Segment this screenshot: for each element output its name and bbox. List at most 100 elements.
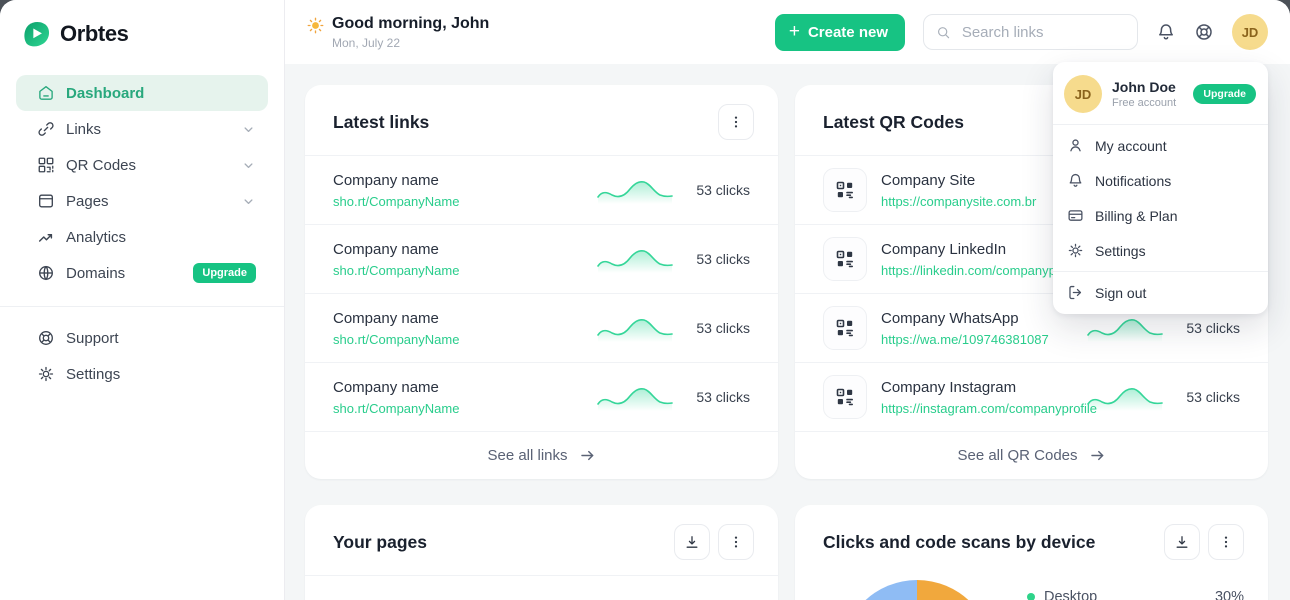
sidebar-item-label: Analytics [66,229,126,246]
link-row[interactable]: Company name sho.rt/CompanyName 53 click… [305,224,778,293]
account-plan: Free account [1112,97,1176,109]
page-greeting: Good morning, John [332,15,489,33]
gear-icon [1067,242,1084,259]
page-date: Mon, July 22 [332,36,489,50]
card-menu-button[interactable] [718,524,754,560]
sidebar-item-label: Domains [66,265,125,282]
short-link[interactable]: sho.rt/CompanyName [333,194,582,209]
short-link[interactable]: sho.rt/CompanyName [333,332,582,347]
sidebar-item-links[interactable]: Links [16,111,268,147]
page-row[interactable]: Link in bio 159 visits [305,575,778,600]
app-window: Orbtes Dashboard Links [0,0,1290,600]
brand-logo[interactable]: Orbtes [0,0,284,48]
sidebar-item-domains[interactable]: Domains Upgrade [16,255,268,291]
menu-item-settings[interactable]: Settings [1053,233,1268,268]
search-box[interactable] [923,14,1138,50]
sidebar-item-qr-codes[interactable]: QR Codes [16,147,268,183]
qr-icon [37,156,55,174]
download-button[interactable] [674,524,710,560]
bell-icon [1067,172,1084,189]
legend-label: Desktop [1044,589,1097,600]
sidebar-item-support[interactable]: Support [16,320,268,356]
sidebar-footer-nav: Support Settings [0,320,284,392]
sidebar-item-label: QR Codes [66,157,136,174]
arrow-right-icon [1089,447,1106,464]
menu-item-billing[interactable]: Billing & Plan [1053,198,1268,233]
help-button[interactable] [1194,22,1214,42]
short-link[interactable]: sho.rt/CompanyName [333,263,582,278]
account-name: John Doe [1112,79,1176,95]
account-summary: JD John Doe Free account Upgrade [1053,67,1268,121]
topbar: Good morning, John Mon, July 22 + Create… [285,0,1290,64]
short-link[interactable]: sho.rt/CompanyName [333,401,582,416]
card-title: Clicks and code scans by device [823,532,1095,553]
sparkline-chart [596,382,674,412]
qr-target-link[interactable]: https://instagram.com/companyprofile [881,401,1072,416]
card-menu-button[interactable] [1208,524,1244,560]
qr-name: Company LinkedIn [881,241,1072,258]
menu-item-sign-out[interactable]: Sign out [1053,275,1268,310]
menu-item-notifications[interactable]: Notifications [1053,163,1268,198]
domains-upgrade-badge[interactable]: Upgrade [193,263,256,283]
legend-value: 30% [1215,589,1244,600]
kebab-icon [1218,534,1234,550]
plus-icon: + [789,22,800,41]
menu-divider [1053,124,1268,125]
qr-thumbnail [823,375,867,419]
sidebar-item-label: Settings [66,366,120,383]
sparkline-chart [596,595,674,600]
lifebuoy-icon [1194,22,1214,42]
link-name: Company name [333,172,582,189]
notifications-bell-button[interactable] [1156,22,1176,42]
brand-logo-icon [22,19,51,48]
card-title: Your pages [333,532,427,553]
bell-icon [1156,22,1176,42]
device-donut-chart [841,580,993,600]
qr-name: Company Instagram [881,379,1072,396]
chevron-down-icon [241,122,256,137]
sidebar-item-pages[interactable]: Pages [16,183,268,219]
avatar: JD [1064,75,1102,113]
search-input[interactable] [960,23,1125,42]
clicks-count: 53 clicks [1178,389,1240,405]
link-row[interactable]: Company name sho.rt/CompanyName 53 click… [305,155,778,224]
sidebar-item-settings[interactable]: Settings [16,356,268,392]
sidebar: Orbtes Dashboard Links [0,0,285,600]
credit-card-icon [1067,207,1084,224]
menu-item-my-account[interactable]: My account [1053,128,1268,163]
sidebar-divider [0,306,284,307]
qr-target-link[interactable]: https://companysite.com.br [881,194,1072,209]
pages-icon [37,192,55,210]
menu-divider [1053,271,1268,272]
qr-row[interactable]: Company Instagram https://instagram.com/… [795,362,1268,431]
latest-links-card: Latest links Company name sho.rt/Company… [305,85,778,479]
sidebar-nav: Dashboard Links QR Codes [0,75,284,291]
sign-out-icon [1067,284,1084,301]
sparkline-chart [596,244,674,274]
card-title: Latest links [333,112,429,133]
sidebar-item-dashboard[interactable]: Dashboard [16,75,268,111]
your-pages-card: Your pages Link in bio [305,505,778,600]
download-button[interactable] [1164,524,1200,560]
see-all-qr-codes-link[interactable]: See all QR Codes [795,431,1268,479]
upgrade-button[interactable]: Upgrade [1193,84,1256,104]
sidebar-item-analytics[interactable]: Analytics [16,219,268,255]
brand-name: Orbtes [60,21,129,47]
sparkline-chart [1086,382,1164,412]
kebab-icon [728,534,744,550]
create-new-button[interactable]: + Create new [775,14,905,51]
qr-target-link[interactable]: https://linkedin.com/companypage [881,263,1072,278]
link-row[interactable]: Company name sho.rt/CompanyName 53 click… [305,293,778,362]
qr-icon [835,318,855,338]
link-name: Company name [333,379,582,396]
device-chart-card: Clicks and code scans by device Desktop [795,505,1268,600]
user-avatar[interactable]: JD [1232,14,1268,50]
link-row[interactable]: Company name sho.rt/CompanyName 53 click… [305,362,778,431]
link-name: Company name [333,241,582,258]
legend-dot-icon [1027,593,1035,600]
link-name: Company name [333,310,582,327]
see-all-links-link[interactable]: See all links [305,431,778,479]
qr-target-link[interactable]: https://wa.me/109746381087 [881,332,1072,347]
card-menu-button[interactable] [718,104,754,140]
gear-icon [37,365,55,383]
